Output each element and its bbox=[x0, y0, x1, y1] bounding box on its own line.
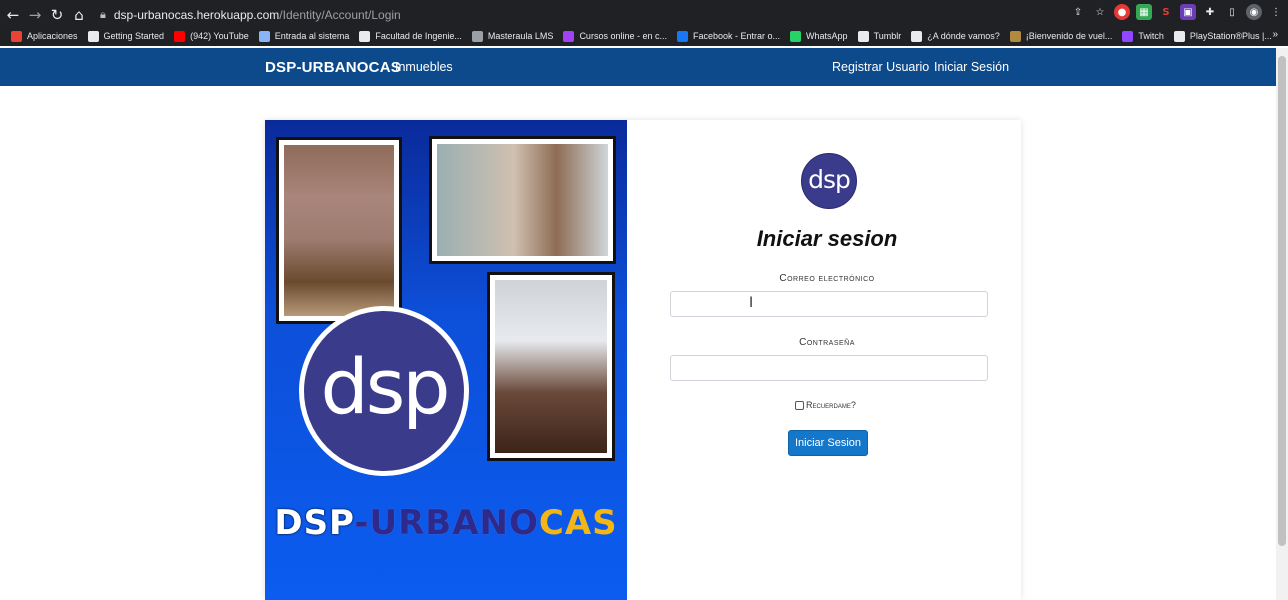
back-icon[interactable]: ← bbox=[2, 4, 24, 26]
bookmark-item[interactable]: Tumblr bbox=[853, 30, 907, 42]
remember-label: Recuerdame? bbox=[806, 400, 856, 410]
promo-logo: dsp bbox=[299, 306, 469, 476]
bookmark-favicon-icon bbox=[1173, 30, 1185, 42]
bookmark-favicon-icon bbox=[87, 30, 99, 42]
chrome-menu-icon[interactable]: ⋮ bbox=[1268, 4, 1284, 20]
address-bar[interactable]: 🔒︎ dsp-urbanocas.herokuapp.com/Identity/… bbox=[92, 3, 1072, 27]
form-logo: dsp bbox=[801, 153, 857, 209]
url-host: dsp-urbanocas.herokuapp.com bbox=[113, 8, 280, 22]
kitchen-photo bbox=[429, 136, 616, 264]
extensions-puzzle-icon[interactable]: ✚ bbox=[1202, 4, 1218, 20]
text-cursor-icon: I bbox=[749, 295, 754, 311]
bookmark-item[interactable]: Facebook - Entrar o... bbox=[672, 30, 785, 42]
login-form: dsp Iniciar sesion Correo electrónico I … bbox=[627, 120, 1021, 600]
nav-iniciar-sesion[interactable]: Iniciar Sesión bbox=[934, 60, 1009, 74]
site-navbar: DSP-URBANOCAS Inmuebles Registrar Usuari… bbox=[0, 48, 1276, 86]
side-panel-icon[interactable]: ▯ bbox=[1224, 4, 1240, 20]
extension-red-icon[interactable]: ● bbox=[1114, 4, 1130, 20]
bookmark-item[interactable]: Masteraula LMS bbox=[467, 30, 559, 42]
bookmark-favicon-icon bbox=[676, 30, 688, 42]
bookmark-favicon-icon bbox=[174, 30, 186, 42]
form-title: Iniciar sesion bbox=[756, 226, 898, 251]
forward-icon[interactable]: → bbox=[24, 4, 46, 26]
login-submit-button[interactable]: Iniciar Sesion bbox=[788, 430, 868, 456]
bookmark-favicon-icon bbox=[258, 30, 270, 42]
bookmarks-bar: Aplicaciones Getting Started (942) YouTube… bbox=[0, 26, 1288, 46]
email-field[interactable]: I bbox=[670, 291, 988, 317]
bookmark-label: Twitch bbox=[1138, 31, 1164, 41]
bookmark-label: PlayStation®Plus |... bbox=[1189, 31, 1272, 41]
bookmark-item[interactable]: Aplicaciones bbox=[6, 30, 83, 42]
bookmark-favicon-icon bbox=[790, 30, 802, 42]
share-icon[interactable]: ⇪ bbox=[1070, 4, 1086, 20]
password-field[interactable] bbox=[670, 355, 988, 381]
page-scrollbar[interactable] bbox=[1276, 48, 1288, 600]
email-label: Correo electrónico bbox=[779, 273, 875, 284]
brand-link[interactable]: DSP-URBANOCAS bbox=[265, 59, 401, 76]
bookmark-label: ¿A dónde vamos? bbox=[927, 31, 1000, 41]
bookmark-label: WhatsApp bbox=[806, 31, 848, 41]
bookmark-item[interactable]: WhatsApp bbox=[785, 30, 853, 42]
bookmark-favicon-icon bbox=[857, 30, 869, 42]
extension-sheets-icon[interactable]: ▦ bbox=[1136, 4, 1152, 20]
nav-inmuebles[interactable]: Inmuebles bbox=[395, 60, 453, 74]
bookmark-item[interactable]: PlayStation®Plus |... bbox=[1169, 30, 1277, 42]
remember-checkbox[interactable] bbox=[795, 400, 804, 410]
bookmark-favicon-icon bbox=[471, 30, 483, 42]
nav-registrar-usuario[interactable]: Registrar Usuario bbox=[832, 60, 929, 74]
bookmark-item[interactable]: Twitch bbox=[1117, 30, 1169, 42]
bookmark-favicon-icon bbox=[359, 30, 371, 42]
room-photo bbox=[487, 272, 615, 461]
bookmark-label: Aplicaciones bbox=[27, 31, 78, 41]
building-photo bbox=[276, 137, 402, 324]
bookmark-label: Cursos online - en c... bbox=[579, 31, 667, 41]
bookmark-label: Tumblr bbox=[873, 31, 902, 41]
bookmark-label: Masteraula LMS bbox=[487, 31, 554, 41]
bookmark-favicon-icon bbox=[563, 30, 575, 42]
scrollbar-thumb[interactable] bbox=[1278, 56, 1286, 546]
profile-avatar-icon[interactable]: ◉ bbox=[1246, 4, 1262, 20]
bookmark-item[interactable]: Entrada al sistema bbox=[254, 30, 355, 42]
bookmark-item[interactable]: Facultad de Ingenie... bbox=[354, 30, 467, 42]
login-card: dsp DSP-URBANOCAS dsp Iniciar sesion Cor… bbox=[265, 120, 1021, 600]
home-icon[interactable]: ⌂ bbox=[68, 4, 90, 26]
bookmark-item[interactable]: Getting Started bbox=[83, 30, 170, 42]
remember-me[interactable]: Recuerdame? bbox=[795, 400, 856, 410]
bookmark-item[interactable]: Cursos online - en c... bbox=[558, 30, 672, 42]
bookmark-label: (942) YouTube bbox=[190, 31, 249, 41]
url-path: /Identity/Account/Login bbox=[279, 8, 401, 22]
bookmark-label: Getting Started bbox=[103, 31, 165, 41]
password-label: Contraseña bbox=[799, 337, 855, 348]
bookmark-label: ¡Bienvenido de vuel... bbox=[1025, 31, 1113, 41]
bookmark-label: Facebook - Entrar o... bbox=[692, 31, 781, 41]
bookmark-label: Entrada al sistema bbox=[274, 31, 350, 41]
lock-icon[interactable]: 🔒︎ bbox=[100, 8, 106, 22]
bookmark-favicon-icon bbox=[1009, 30, 1021, 42]
bookmark-item[interactable]: ¿A dónde vamos? bbox=[906, 30, 1005, 42]
bookmark-label: Facultad de Ingenie... bbox=[375, 31, 462, 41]
bookmarks-overflow-icon[interactable]: » bbox=[1272, 29, 1278, 40]
bookmark-item[interactable]: ¡Bienvenido de vuel... bbox=[1005, 30, 1118, 42]
extension-purple-icon[interactable]: ▣ bbox=[1180, 4, 1196, 20]
bookmark-item[interactable]: (942) YouTube bbox=[169, 30, 254, 42]
bookmark-favicon-icon bbox=[911, 30, 923, 42]
star-icon[interactable]: ☆ bbox=[1092, 4, 1108, 20]
bookmark-favicon-icon bbox=[11, 30, 22, 42]
promo-panel: dsp DSP-URBANOCAS bbox=[265, 120, 627, 600]
reload-icon[interactable]: ↻ bbox=[46, 4, 68, 26]
bookmark-favicon-icon bbox=[1122, 30, 1134, 42]
extension-s-icon[interactable]: S bbox=[1158, 4, 1174, 20]
promo-title: DSP-URBANOCAS bbox=[274, 503, 618, 543]
